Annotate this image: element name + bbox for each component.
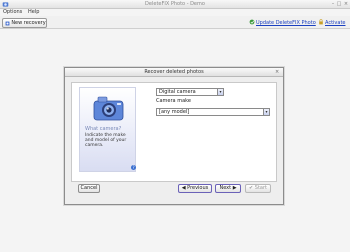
chevron-down-icon: ▾ — [263, 109, 269, 115]
window-title: DeleteFIX Photo - Demo — [145, 1, 205, 7]
camera-make-select[interactable]: [any model] ▾ — [156, 108, 270, 116]
camera-type-select[interactable]: Digital camera ▾ — [156, 88, 224, 96]
dialog-title: Recover deleted photos — [65, 68, 283, 77]
camera-make-value: [any model] — [159, 109, 190, 115]
menu-options[interactable]: Options — [3, 9, 22, 16]
recover-dialog: Recover deleted photos × What camera? In… — [64, 67, 284, 205]
start-button[interactable]: ✔ Start — [245, 184, 271, 193]
new-recovery-button[interactable]: New recovery — [2, 18, 47, 28]
side-heading: What camera? — [85, 126, 122, 132]
activate-icon — [319, 19, 323, 25]
menu-bar: Options Help — [0, 9, 350, 16]
menu-help[interactable]: Help — [28, 9, 39, 16]
help-icon[interactable]: ? — [131, 165, 136, 170]
dialog-close-icon[interactable]: × — [275, 70, 280, 75]
new-recovery-icon — [5, 21, 10, 26]
close-window-button[interactable]: × — [343, 1, 349, 7]
maximize-button[interactable]: □ — [336, 1, 342, 7]
side-description: Indicate the make and model of your came… — [85, 133, 127, 148]
next-button[interactable]: Next ▶ — [215, 184, 241, 193]
info-panel: What camera? Indicate the make and model… — [79, 87, 136, 172]
chevron-down-icon: ▾ — [217, 89, 223, 95]
camera-type-value: Digital camera — [159, 89, 196, 95]
cancel-button[interactable]: Cancel — [78, 184, 100, 193]
update-link[interactable]: Update DeleteFIX Photo — [256, 20, 316, 26]
dialog-body: What camera? Indicate the make and model… — [71, 82, 277, 182]
new-recovery-label: New recovery — [11, 20, 46, 26]
toolbar: New recovery Update DeleteFIX Photo Acti… — [0, 16, 350, 29]
update-icon — [249, 19, 255, 25]
previous-button[interactable]: ◀ Previous — [178, 184, 212, 193]
title-bar: DeleteFIX Photo - Demo – □ × — [0, 0, 350, 9]
activate-link[interactable]: Activate — [325, 20, 346, 26]
camera-icon — [93, 96, 124, 121]
camera-make-label: Camera make — [156, 98, 191, 104]
